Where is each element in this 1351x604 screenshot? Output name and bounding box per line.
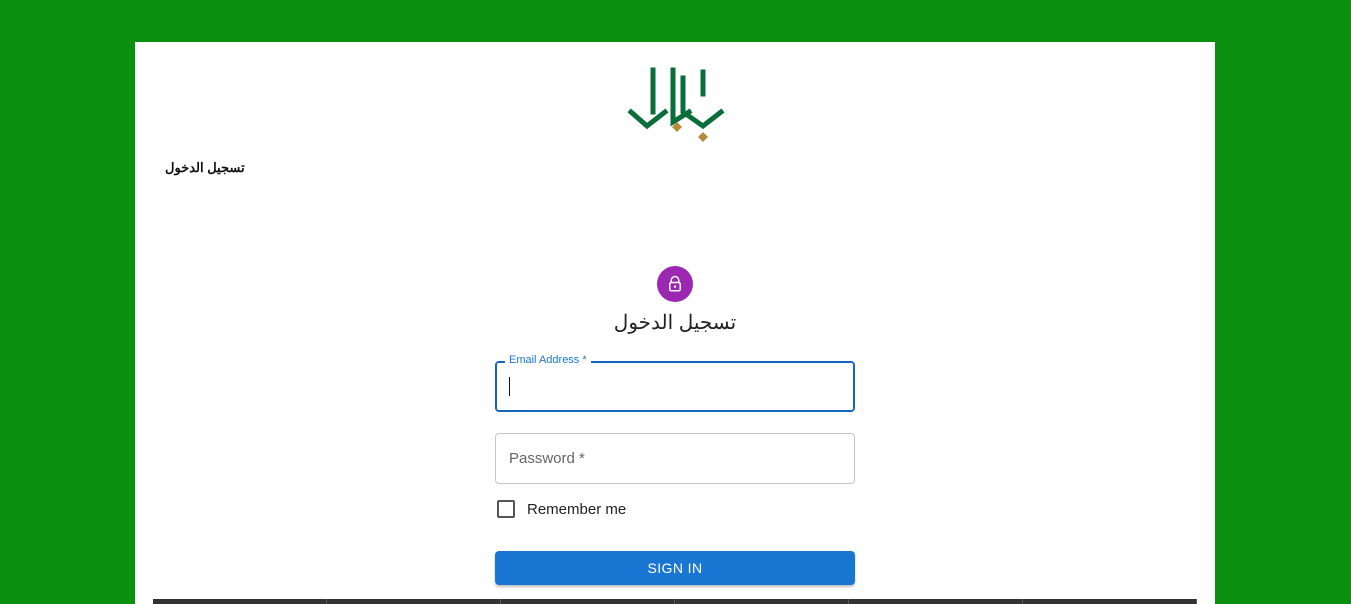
remember-label: Remember me [527, 500, 627, 518]
bottom-bar-segment [675, 599, 849, 604]
password-placeholder: Password * [509, 450, 585, 467]
remember-me[interactable]: Remember me [495, 500, 626, 518]
email-label: Email Address * [505, 354, 591, 366]
bottom-bar-segment [501, 599, 675, 604]
password-field[interactable]: Password * [495, 433, 855, 484]
bottom-bar [153, 599, 1197, 604]
bottom-bar-segment [153, 599, 327, 604]
text-caret [509, 377, 510, 396]
lock-icon [669, 275, 681, 292]
sign-in-button[interactable]: SIGN IN [495, 551, 855, 585]
page-heading: تسجيل الدخول [165, 160, 245, 175]
remember-checkbox[interactable] [497, 500, 515, 518]
babel-logo-icon [627, 67, 725, 142]
email-field[interactable]: Email Address * [495, 354, 855, 412]
form-title: تسجيل الدخول [613, 312, 737, 334]
lock-avatar [657, 266, 693, 302]
login-page: تسجيل الدخول تسجيل الدخول Email Address … [135, 42, 1215, 604]
bottom-bar-segment [327, 599, 501, 604]
site-logo[interactable] [625, 64, 725, 144]
bottom-bar-segment [1023, 599, 1197, 604]
bottom-bar-segment [849, 599, 1023, 604]
